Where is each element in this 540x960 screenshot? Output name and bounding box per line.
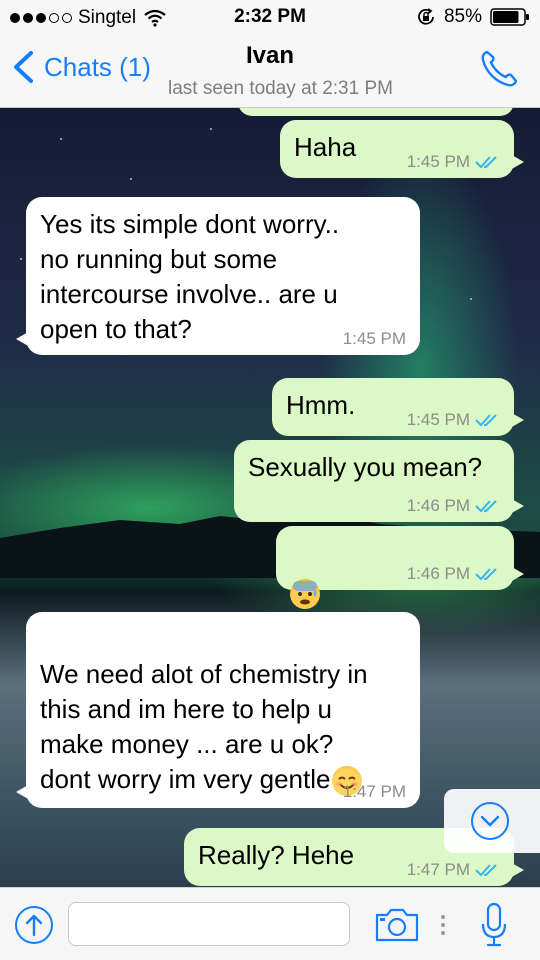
microphone-icon[interactable] (480, 902, 508, 948)
message-time: 1:45 PM (406, 410, 470, 429)
message-body: We need alot of chemistry in this and im… (40, 659, 368, 794)
message-text: Hmm. (286, 390, 356, 420)
chat-background: Haha 1:45 PM Yes its simple dont worry..… (0, 108, 540, 887)
message-text: Yes its simple dont worry.. no running b… (40, 209, 340, 344)
message-bubble-incoming[interactable]: Yes its simple dont worry.. no running b… (16, 197, 420, 355)
message-time: 1:45 PM (406, 152, 470, 171)
message-time: 1:45 PM (342, 329, 406, 348)
double-check-icon (475, 156, 497, 169)
message-text: We need alot of chemistry in this and im… (40, 622, 368, 797)
message-text: Really? Hehe (198, 840, 355, 870)
double-check-icon (475, 500, 497, 513)
message-meta: 1:45 PM (407, 152, 500, 172)
last-seen-status: last seen today at 2:31 PM (168, 78, 393, 99)
message-time: 1:47 PM (406, 860, 470, 879)
message-meta: 1:46 PM (407, 496, 500, 516)
message-text: Sexually you mean? (248, 452, 483, 482)
message-bubble-partial (238, 108, 514, 116)
contact-name[interactable]: Ivan (0, 42, 540, 70)
status-right: 85% (416, 6, 530, 28)
message-time: 1:47 PM (342, 782, 406, 801)
message-input[interactable] (68, 902, 350, 946)
battery-icon (490, 8, 529, 26)
share-upload-icon[interactable] (14, 905, 54, 945)
rotation-lock-icon (418, 8, 434, 25)
camera-icon[interactable] (374, 907, 420, 943)
message-time: 1:46 PM (406, 496, 470, 515)
message-time: 1:46 PM (406, 564, 470, 583)
message-input-bar (0, 887, 540, 960)
double-check-icon (475, 568, 497, 581)
message-bubble-outgoing[interactable]: Sexually you mean? 1:46 PM (234, 440, 524, 522)
chevron-down-circle-icon (471, 802, 509, 840)
scroll-to-bottom-button[interactable] (444, 789, 540, 853)
message-bubble-outgoing[interactable]: Hmm. 1:45 PM (272, 378, 524, 436)
message-text: Haha (294, 132, 357, 162)
double-check-icon (475, 414, 497, 427)
message-bubble-incoming[interactable]: We need alot of chemistry in this and im… (16, 612, 420, 808)
chat-header: Chats (1) Ivan last seen today at 2:31 P… (0, 36, 540, 108)
more-dots-icon (441, 915, 445, 935)
message-meta: 1:45 PM (343, 329, 406, 349)
battery-percent: 85% (443, 6, 482, 27)
message-meta: 1:47 PM (343, 782, 406, 802)
double-check-icon (475, 864, 497, 877)
anxious-face-with-sweat-icon (290, 579, 320, 610)
message-bubble-outgoing[interactable]: Haha 1:45 PM (280, 120, 524, 178)
message-meta: 1:46 PM (407, 564, 500, 584)
message-bubble-outgoing[interactable]: 1:46 PM (276, 526, 524, 645)
phone-call-icon[interactable] (478, 48, 520, 90)
message-meta: 1:47 PM (407, 860, 500, 880)
message-meta: 1:45 PM (407, 410, 500, 430)
status-bar: Singtel 2:32 PM 85% (0, 0, 540, 36)
